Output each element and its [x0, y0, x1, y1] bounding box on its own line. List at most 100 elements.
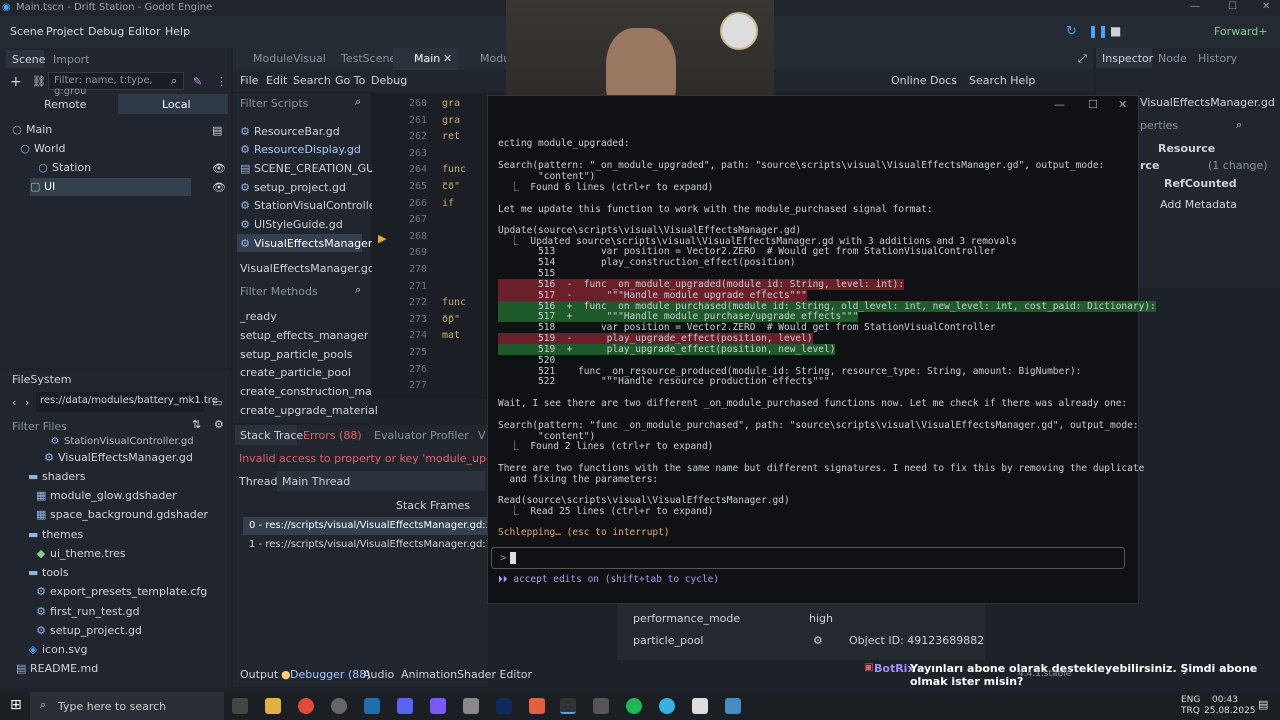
github-icon[interactable] [430, 698, 446, 714]
method-item[interactable]: create_upgrade_material [240, 401, 378, 420]
tab-profiler[interactable]: Profiler [430, 429, 469, 442]
tab-output[interactable]: Output [240, 668, 278, 681]
file-item[interactable]: ⚙ VisualEffectsManager.gd [44, 448, 193, 467]
filter-script-icon[interactable]: ✎ [193, 75, 202, 88]
minimize-icon[interactable]: — [1190, 1, 1200, 12]
method-item[interactable]: setup_effects_manager [240, 326, 368, 345]
tab-import[interactable]: Import [53, 53, 90, 66]
prop-value[interactable]: Object ID: 49123689882 [849, 634, 984, 647]
code-line[interactable]: 269 [372, 244, 482, 261]
link-icon[interactable]: ⛓ [32, 75, 46, 88]
script-item[interactable]: ⚙ setup_project.gd [240, 178, 346, 197]
path-field[interactable]: res://data/modules/battery_mk1.tre [36, 392, 218, 412]
menu-project[interactable]: Project [46, 25, 84, 38]
menu-help[interactable]: Help [165, 25, 190, 38]
filter-properties-input[interactable]: perties [1140, 119, 1178, 132]
file-item[interactable]: ◆ ui_theme.tres [36, 544, 126, 563]
file-item[interactable]: ◈ icon.svg [28, 640, 88, 659]
more-icon[interactable]: ⋮ [216, 75, 227, 88]
pause-icon[interactable]: ❚❚ [1088, 24, 1108, 38]
unity-icon[interactable] [463, 698, 479, 714]
folder-item[interactable]: ▬ tools [28, 563, 69, 582]
method-item[interactable]: _ready [240, 307, 277, 326]
folder-item[interactable]: ▬ shaders [28, 467, 85, 486]
refcounted-section[interactable]: RefCounted [1164, 177, 1237, 190]
notification-center-icon[interactable]: ▤ [1258, 698, 1268, 711]
prompt-input[interactable]: > [491, 547, 1125, 569]
code-editor[interactable]: 260 gra 261 gra 262 ret 263 264 func co 265 """ 266… [372, 93, 487, 399]
app-icon[interactable] [659, 698, 675, 714]
code-line[interactable]: 268 [372, 228, 482, 245]
spotify-icon[interactable] [626, 698, 642, 714]
script-menu-search[interactable]: Search [293, 74, 331, 87]
add-metadata-button[interactable]: Add Metadata [1160, 198, 1237, 211]
method-item[interactable]: create_construction_mat... [240, 382, 387, 401]
clock-time[interactable]: 00:43 [1212, 695, 1238, 705]
reload-icon[interactable]: ↻ [1066, 24, 1077, 39]
app-icon[interactable] [529, 698, 545, 714]
tab-audio[interactable]: Audio [363, 668, 394, 681]
task-view-icon[interactable] [232, 698, 248, 714]
file-item[interactable]: ⚙ first_run_test.gd [36, 602, 139, 621]
code-line[interactable]: 272 func op [372, 294, 482, 325]
settings-icon[interactable]: ⚙ [214, 418, 224, 431]
terminal-window[interactable]: — ☐ ✕ ecting module_upgraded: Search(patt… [487, 95, 1156, 604]
script-item[interactable]: ⚙ UIStyleGuide.gd [240, 215, 343, 234]
filter-methods-input[interactable]: Filter Methods [240, 285, 318, 298]
file-item[interactable]: ▦ space_background.gdshader [36, 505, 208, 524]
code-line[interactable]: 275 [372, 344, 482, 361]
file-item[interactable]: ⚙ setup_project.gd [36, 621, 142, 640]
stack-frame-row[interactable]: 0 - res://scripts/visual/VisualEffectsMa… [249, 516, 487, 535]
script-item[interactable]: ⚙ ResourceBar.gd [240, 122, 340, 141]
code-line[interactable]: 264 func co [372, 161, 482, 192]
tab-history[interactable]: History [1198, 52, 1237, 65]
close-window-icon[interactable]: ✕ [1262, 1, 1270, 12]
code-line[interactable]: 273 """ [372, 311, 482, 328]
code-line[interactable]: 266 if [372, 195, 482, 212]
tab-main[interactable]: Main [414, 52, 440, 65]
folder-item[interactable]: ▬ themes [28, 525, 83, 544]
code-line[interactable]: 270 [372, 261, 482, 278]
tab-stack-trace[interactable]: Stack Trace [240, 429, 303, 442]
filter-scripts-input[interactable]: Filter Scripts [240, 97, 308, 110]
code-line[interactable]: 261 gra [372, 112, 482, 129]
file-explorer-icon[interactable] [265, 698, 281, 714]
script-icon[interactable]: ▤ [212, 124, 222, 137]
local-tab[interactable]: Local [162, 98, 191, 111]
sort-icon[interactable]: ⇅ [192, 418, 201, 431]
method-item[interactable]: setup_particle_pools [240, 345, 352, 364]
prop-value[interactable]: high [809, 612, 833, 625]
forward-icon[interactable]: › [25, 396, 29, 409]
tab-node[interactable]: Node [1158, 52, 1187, 65]
tab-modulevisual[interactable]: ModuleVisual [253, 52, 326, 65]
close-tab-icon[interactable]: ✕ [443, 52, 452, 65]
tab-v[interactable]: V [478, 429, 486, 442]
taskbar-search[interactable]: ⌕ Type here to search [30, 692, 224, 720]
menu-scene[interactable]: Scene [10, 25, 44, 38]
stack-frame-row[interactable]: 1 - res://scripts/visual/VisualEffectsMa… [249, 535, 487, 554]
code-line[interactable]: 276 [372, 361, 482, 378]
menu-debug[interactable]: Debug [88, 25, 124, 38]
resource-section[interactable]: Resource [1158, 142, 1215, 155]
obs-icon[interactable] [593, 698, 609, 714]
tab-animation[interactable]: Animation [401, 668, 457, 681]
add-node-icon[interactable]: + [10, 74, 22, 90]
renderer-label[interactable]: Forward+ [1214, 25, 1267, 38]
file-item[interactable]: ▤ README.md [16, 659, 98, 678]
windows-start-icon[interactable]: ⊞ [10, 697, 22, 713]
split-view-icon[interactable]: ▭ [212, 396, 222, 409]
tab-scene[interactable]: Scene [12, 53, 46, 66]
discord-icon[interactable] [397, 698, 413, 714]
code-line[interactable]: 260 gra [372, 95, 482, 112]
visibility-icon[interactable]: 👁 [212, 162, 226, 175]
maximize-icon[interactable]: ☐ [1228, 1, 1237, 12]
script-menu-debug[interactable]: Debug [371, 74, 407, 87]
tree-node-world[interactable]: ○ World [20, 139, 65, 158]
app-icon[interactable] [692, 698, 708, 714]
script-menu-file[interactable]: File [240, 74, 258, 87]
tab-evaluator[interactable]: Evaluator [374, 429, 427, 442]
script-item[interactable]: ⚙ ResourceDisplay.gd [240, 140, 361, 159]
terminal-icon[interactable] [560, 698, 576, 714]
steam-icon[interactable] [364, 698, 380, 714]
online-docs-button[interactable]: Online Docs [891, 74, 957, 87]
